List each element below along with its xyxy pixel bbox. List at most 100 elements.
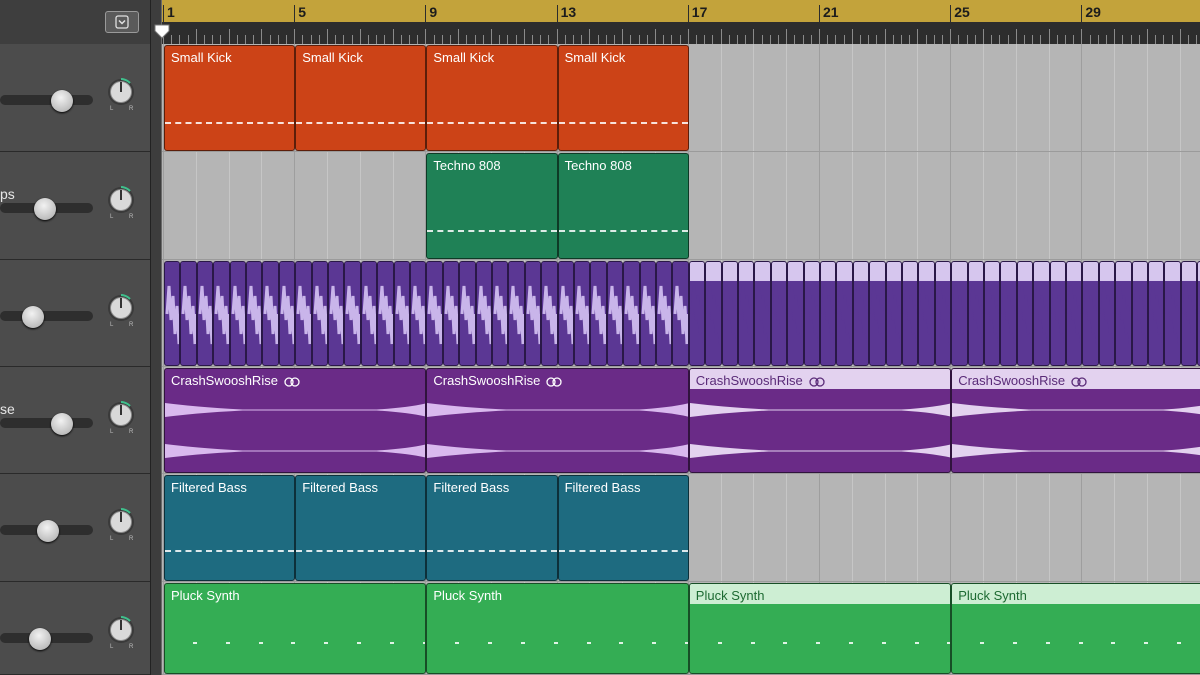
drum-loop-region[interactable]: [1098, 261, 1116, 366]
drum-loop-region[interactable]: [246, 261, 263, 366]
drum-loop-region[interactable]: [754, 261, 771, 366]
drum-loop-region[interactable]: [590, 261, 607, 366]
drum-loop-region[interactable]: [770, 261, 788, 366]
drum-loop-region[interactable]: [967, 261, 984, 366]
drum-loop-region[interactable]: [721, 261, 738, 366]
pluck-synth-region[interactable]: Pluck Synth: [688, 583, 952, 674]
drum-loop-region[interactable]: [951, 261, 968, 366]
pluck-synth-region[interactable]: Pluck Synth: [426, 583, 689, 674]
drum-loop-region[interactable]: [656, 261, 673, 366]
techno-808-region[interactable]: Techno 808: [557, 153, 689, 259]
drum-loop-region[interactable]: [574, 261, 591, 366]
drum-loop-region[interactable]: [508, 261, 525, 366]
volume-fader[interactable]: [0, 306, 93, 328]
drum-loop-region[interactable]: [213, 261, 230, 366]
drum-loop-region[interactable]: [295, 261, 312, 366]
drum-loop-region[interactable]: [934, 261, 952, 366]
pluck-synth-region[interactable]: Pluck Synth: [951, 583, 1200, 674]
volume-fader[interactable]: [0, 520, 93, 542]
drum-loop-region[interactable]: [705, 261, 722, 366]
cycle-band[interactable]: [162, 0, 1200, 22]
drum-loop-region[interactable]: [196, 261, 214, 366]
drum-loop-region[interactable]: [442, 261, 460, 366]
pan-knob-icon[interactable]: [106, 400, 136, 430]
fader-handle[interactable]: [37, 520, 60, 542]
fader-handle[interactable]: [21, 306, 44, 328]
drum-loop-region[interactable]: [1016, 261, 1034, 366]
drum-loop-region[interactable]: [1164, 261, 1181, 366]
drum-loop-region[interactable]: [1148, 261, 1165, 366]
track-header[interactable]: LR: [0, 582, 150, 675]
fader-handle[interactable]: [51, 413, 74, 435]
drum-loop-region[interactable]: [1131, 261, 1148, 366]
volume-fader[interactable]: [0, 413, 93, 435]
drum-loop-region[interactable]: [672, 261, 689, 366]
drum-loop-region[interactable]: [475, 261, 492, 366]
filtered-bass-region[interactable]: Filtered Bass: [426, 475, 558, 581]
crash-swoosh-rise-region[interactable]: CrashSwooshRise: [951, 368, 1200, 473]
drum-loop-region[interactable]: [1115, 261, 1132, 366]
volume-fader[interactable]: [0, 90, 93, 112]
drum-loop-region[interactable]: [688, 261, 706, 366]
drum-loop-region[interactable]: [229, 261, 246, 366]
drum-loop-region[interactable]: [426, 261, 443, 366]
header-divider[interactable]: [150, 0, 162, 675]
playhead-icon[interactable]: [154, 24, 170, 40]
drum-loop-region[interactable]: [492, 261, 509, 366]
track-options-button[interactable]: [105, 11, 139, 33]
drum-loop-region[interactable]: [787, 261, 804, 366]
drum-loop-region[interactable]: [262, 261, 279, 366]
drum-loop-region[interactable]: [852, 261, 870, 366]
drum-loop-region[interactable]: [869, 261, 886, 366]
techno-808-region[interactable]: Techno 808: [426, 153, 558, 259]
pan-knob-icon[interactable]: [106, 507, 136, 537]
drum-loop-region[interactable]: [557, 261, 574, 366]
drum-loop-region[interactable]: [1049, 261, 1066, 366]
drum-loop-region[interactable]: [459, 261, 476, 366]
drum-loop-region[interactable]: [803, 261, 820, 366]
small-kick-region[interactable]: Small Kick: [295, 45, 427, 151]
drum-loop-region[interactable]: [918, 261, 935, 366]
drum-loop-region[interactable]: [606, 261, 624, 366]
crash-swoosh-rise-region[interactable]: CrashSwooshRise: [164, 368, 427, 473]
volume-fader[interactable]: [0, 628, 93, 650]
drum-loop-region[interactable]: [1180, 261, 1198, 366]
filtered-bass-region[interactable]: Filtered Bass: [557, 475, 689, 581]
drum-loop-region[interactable]: [639, 261, 656, 366]
drum-loop-region[interactable]: [738, 261, 755, 366]
drum-loop-region[interactable]: [164, 261, 181, 366]
pluck-synth-region[interactable]: Pluck Synth: [164, 583, 427, 674]
pan-knob-icon[interactable]: [106, 293, 136, 323]
fader-handle[interactable]: [33, 198, 56, 220]
drum-loop-region[interactable]: [1066, 261, 1083, 366]
volume-fader[interactable]: [0, 198, 93, 220]
drum-loop-region[interactable]: [902, 261, 919, 366]
drum-loop-region[interactable]: [541, 261, 558, 366]
arrange-area[interactable]: Small Kick Small Kick Small Kick Small Kick…: [162, 44, 1200, 675]
drum-loop-region[interactable]: [360, 261, 378, 366]
drum-loop-region[interactable]: [328, 261, 345, 366]
drum-loop-region[interactable]: [393, 261, 410, 366]
drum-loop-region[interactable]: [377, 261, 394, 366]
small-kick-region[interactable]: Small Kick: [164, 45, 296, 151]
track-header[interactable]: LR: [0, 474, 150, 582]
bar-ruler[interactable]: 1 5 9 13 17 21 25 29: [162, 0, 1200, 44]
drum-loop-region[interactable]: [623, 261, 640, 366]
drum-loop-region[interactable]: [344, 261, 361, 366]
drum-loop-region[interactable]: [1033, 261, 1050, 366]
filtered-bass-region[interactable]: Filtered Bass: [295, 475, 427, 581]
crash-swoosh-rise-region[interactable]: CrashSwooshRise: [426, 368, 689, 473]
pan-knob-icon[interactable]: [106, 615, 136, 645]
small-kick-region[interactable]: Small Kick: [426, 45, 558, 151]
drum-loop-region[interactable]: [836, 261, 853, 366]
drum-loop-region[interactable]: [820, 261, 837, 366]
fader-handle[interactable]: [51, 90, 74, 112]
drum-loop-region[interactable]: [311, 261, 328, 366]
track-header[interactable]: ps L R: [0, 152, 150, 260]
drum-loop-region[interactable]: [1082, 261, 1099, 366]
small-kick-region[interactable]: Small Kick: [557, 45, 689, 151]
drum-loop-region[interactable]: [278, 261, 296, 366]
crash-swoosh-rise-region[interactable]: CrashSwooshRise: [688, 368, 952, 473]
track-header[interactable]: se L R: [0, 367, 150, 474]
drum-loop-region[interactable]: [180, 261, 197, 366]
